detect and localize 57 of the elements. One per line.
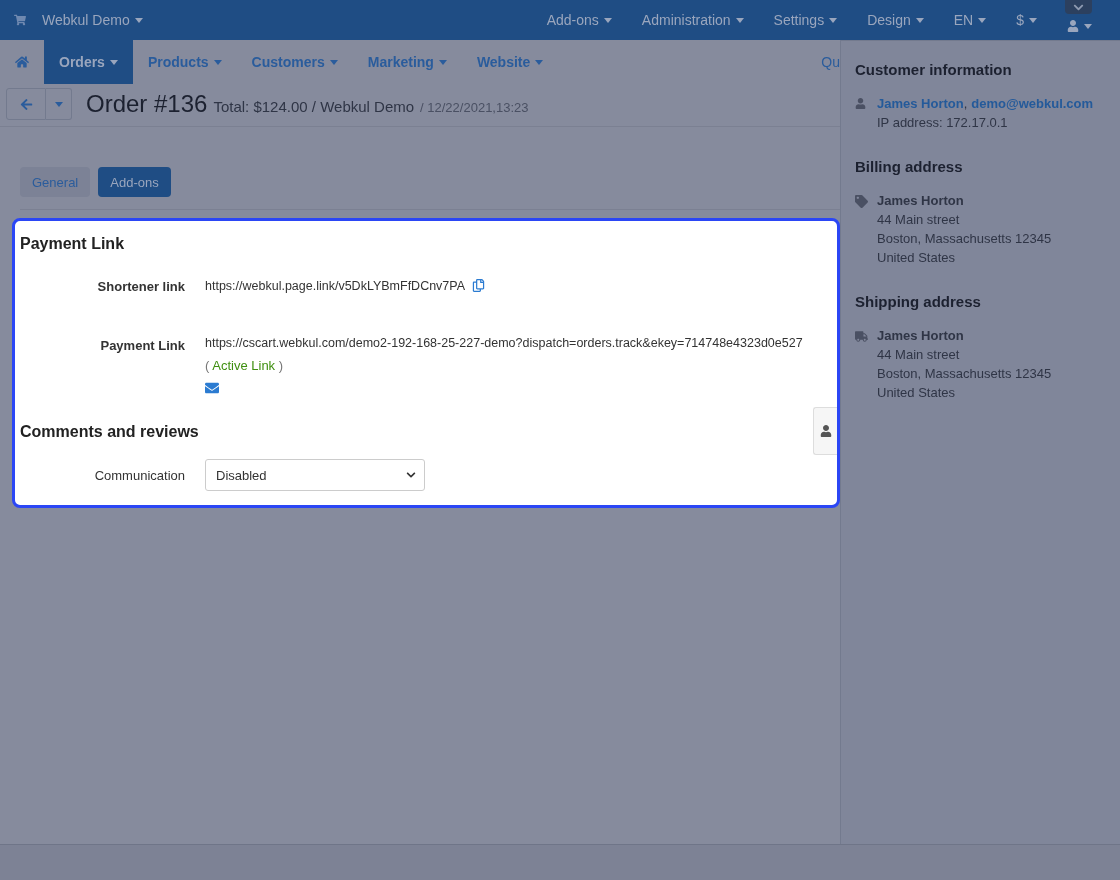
quick-link[interactable]: Qu bbox=[821, 40, 840, 84]
copy-icon[interactable] bbox=[472, 279, 486, 292]
nav-tab[interactable]: Marketing bbox=[352, 40, 462, 84]
store-menu[interactable]: Webkul Demo bbox=[42, 12, 547, 28]
address-line: United States bbox=[877, 250, 957, 265]
section-heading: Comments and reviews bbox=[20, 423, 199, 441]
address-line: 44 Main street bbox=[877, 212, 961, 227]
order-date: / 12/22/2021,13:23 bbox=[420, 100, 529, 115]
link-status: ( Active Link ) bbox=[205, 358, 285, 373]
top-menu[interactable]: Add-ons bbox=[546, 12, 612, 28]
top-menu[interactable]: $ bbox=[1016, 12, 1037, 28]
user-menu[interactable] bbox=[1067, 20, 1092, 32]
section-heading: Shipping address bbox=[855, 293, 982, 310]
nav-tab[interactable]: Orders bbox=[44, 40, 133, 84]
nav-tab[interactable]: Customers bbox=[236, 40, 353, 84]
payment-url: https://cscart.webkul.com/demo2-192-168-25-227-demo?dispatch=orders.track&ekey=714748e4323d0e527 bbox=[205, 336, 804, 350]
home-icon bbox=[15, 55, 29, 69]
tag-icon bbox=[855, 195, 868, 208]
address-line: Boston, Massachusetts 12345 bbox=[877, 231, 1053, 246]
address-line: Boston, Massachusetts 12345 bbox=[877, 366, 1053, 381]
shortener-url: https://webkul.page.link/v5DkLYBmFfDCnv7PA bbox=[205, 278, 466, 293]
chevron-down-icon bbox=[406, 470, 416, 480]
cart-icon[interactable] bbox=[14, 14, 26, 26]
section-heading: Payment Link bbox=[20, 235, 125, 253]
ip-address: IP address: 172.17.0.1 bbox=[877, 115, 1009, 130]
order-total: Total: $124.00 / Webkul Demo bbox=[213, 98, 415, 115]
collapse-button[interactable] bbox=[1065, 0, 1092, 14]
email-icon[interactable] bbox=[205, 381, 219, 395]
section-heading: Billing address bbox=[855, 158, 964, 175]
user-panel-button[interactable] bbox=[813, 407, 837, 455]
customer-email-link[interactable]: demo@webkul.com bbox=[971, 96, 1094, 111]
top-menu[interactable]: Settings bbox=[773, 12, 838, 28]
address-line: United States bbox=[877, 385, 957, 400]
field-label: Communication bbox=[94, 467, 185, 483]
order-title: Order #136 bbox=[86, 90, 208, 118]
user-icon bbox=[855, 98, 866, 109]
back-button[interactable] bbox=[6, 88, 46, 120]
address-line: 44 Main street bbox=[877, 347, 961, 362]
top-menu[interactable]: Administration bbox=[641, 12, 744, 28]
top-menu[interactable]: EN bbox=[953, 12, 987, 28]
user-icon bbox=[819, 425, 832, 437]
top-menu[interactable]: Design bbox=[867, 12, 924, 28]
communication-select[interactable]: Disabled bbox=[205, 459, 425, 491]
truck-icon bbox=[855, 330, 868, 343]
nav-tab[interactable]: Products bbox=[132, 40, 237, 84]
section-heading: Customer information bbox=[855, 61, 1013, 78]
user-icon bbox=[1067, 20, 1079, 32]
tab[interactable]: Add-ons bbox=[98, 167, 171, 197]
field-label: Payment Link bbox=[100, 337, 185, 355]
nav-tab[interactable]: Website bbox=[461, 40, 559, 84]
customer-name-link[interactable]: James Horton bbox=[877, 96, 964, 111]
arrow-left-icon bbox=[19, 97, 33, 111]
field-label: Shortener link bbox=[97, 278, 185, 294]
tab[interactable]: General bbox=[20, 167, 91, 197]
address-name: James Horton bbox=[877, 193, 965, 208]
separator-text: , bbox=[963, 96, 968, 111]
address-name: James Horton bbox=[877, 328, 965, 343]
